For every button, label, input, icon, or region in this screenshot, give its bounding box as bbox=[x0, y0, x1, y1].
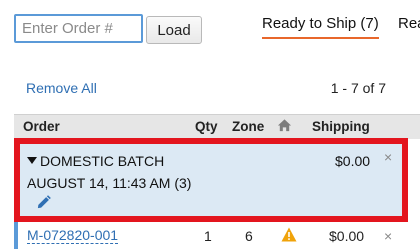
order-qty: 1 bbox=[204, 228, 212, 244]
batch-shipping-price: $0.00 bbox=[335, 153, 371, 169]
domestic-batch-group[interactable]: DOMESTIC BATCH AUGUST 14, 11:43 AM (3) $… bbox=[14, 138, 408, 222]
batch-close-icon[interactable]: × bbox=[384, 149, 392, 165]
tab-read[interactable]: Read bbox=[398, 15, 420, 32]
batch-title[interactable]: DOMESTIC BATCH bbox=[27, 153, 164, 169]
pencil-icon[interactable] bbox=[36, 195, 52, 211]
order-zone: 6 bbox=[245, 228, 253, 244]
column-header-shipping[interactable]: Shipping bbox=[312, 119, 370, 134]
table-header: Order Qty Zone Shipping bbox=[14, 114, 420, 139]
tab-ready-to-ship[interactable]: Ready to Ship (7) bbox=[262, 15, 379, 39]
home-icon bbox=[277, 118, 292, 136]
pagination-range: 1 - 7 of 7 bbox=[330, 80, 386, 96]
column-header-order[interactable]: Order bbox=[23, 119, 60, 134]
row-selection-accent bbox=[14, 222, 18, 249]
order-shipping-price: $0.00 bbox=[329, 228, 365, 244]
order-id-link[interactable]: M-072820-001 bbox=[27, 228, 119, 244]
table-row[interactable]: M-072820-001 1 6 $0.00 × bbox=[14, 222, 420, 249]
column-header-zone[interactable]: Zone bbox=[232, 119, 264, 134]
column-header-qty[interactable]: Qty bbox=[195, 119, 218, 134]
batch-date: AUGUST 14, 11:43 AM (3) bbox=[27, 175, 192, 191]
batch-title-text: DOMESTIC BATCH bbox=[40, 153, 165, 169]
caret-down-icon bbox=[27, 157, 37, 164]
order-number-input[interactable] bbox=[14, 14, 143, 43]
remove-all-link[interactable]: Remove All bbox=[26, 80, 97, 96]
load-button[interactable]: Load bbox=[146, 16, 202, 44]
order-close-icon[interactable]: × bbox=[384, 228, 392, 244]
warning-icon[interactable] bbox=[281, 227, 297, 242]
